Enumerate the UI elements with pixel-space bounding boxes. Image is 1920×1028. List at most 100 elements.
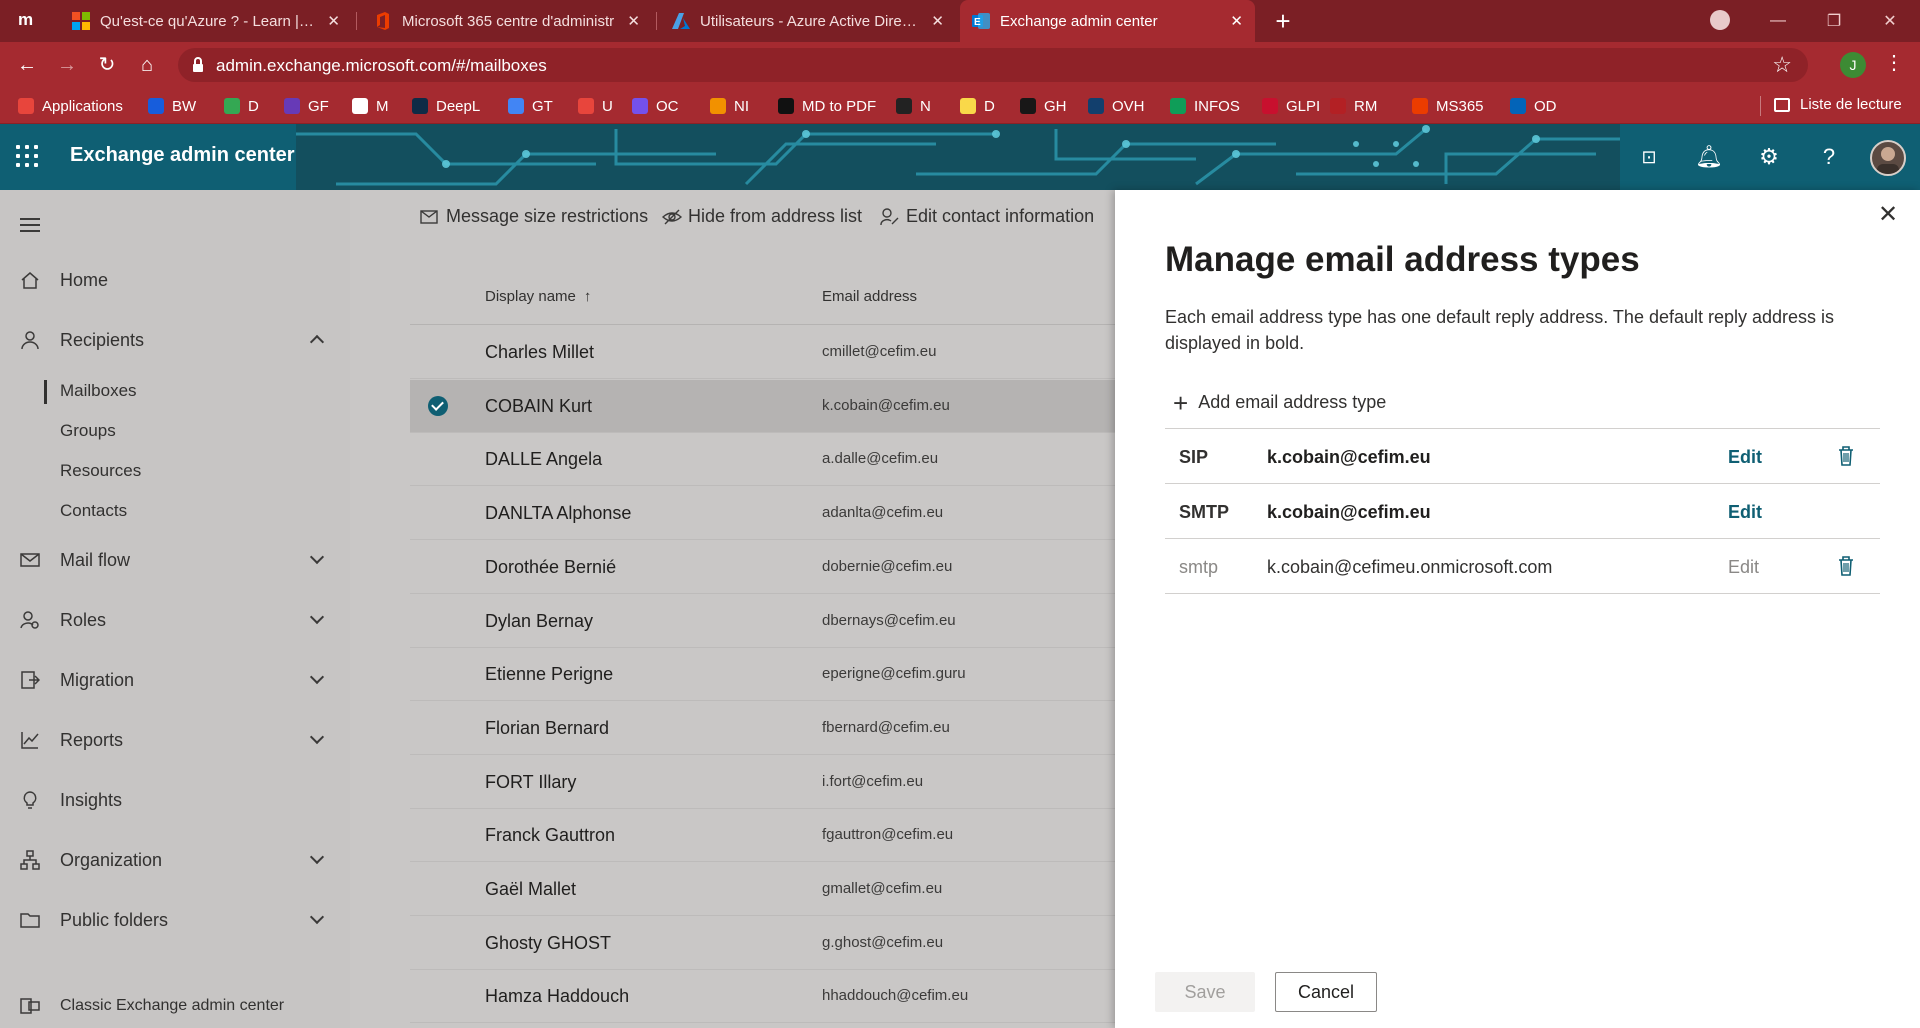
tab-m365-admin[interactable]: Microsoft 365 centre d'administr ✕: [362, 0, 652, 42]
bookmark-item[interactable]: OVH: [1088, 96, 1145, 116]
bookmark-star-icon[interactable]: ☆: [1772, 52, 1792, 78]
bookmark-item[interactable]: GLPI: [1262, 96, 1320, 116]
nav-contacts[interactable]: Contacts: [60, 501, 127, 521]
delete-trash-icon[interactable]: [1837, 445, 1855, 467]
row-display-name[interactable]: Dorothée Bernié: [485, 557, 616, 578]
tab-exchange-admin[interactable]: E Exchange admin center ✕: [960, 0, 1255, 42]
nav-reports[interactable]: Reports: [0, 722, 350, 758]
browser-menu-icon[interactable]: ⋮: [1884, 50, 1904, 75]
tab-close-icon[interactable]: ✕: [327, 12, 340, 30]
table-row[interactable]: DANLTA Alphonse adanlta@cefim.eu: [410, 487, 1115, 541]
close-panel-icon[interactable]: ✕: [1875, 202, 1901, 228]
bookmark-item[interactable]: GH: [1020, 96, 1067, 116]
chevron-down-icon[interactable]: [309, 669, 325, 685]
bookmark-item[interactable]: D: [224, 96, 259, 116]
browser-profile-logo-icon[interactable]: m: [18, 10, 40, 32]
settings-gear-icon[interactable]: ⚙: [1754, 142, 1784, 172]
nav-public-folders[interactable]: Public folders: [0, 902, 350, 938]
bookmark-item[interactable]: Applications: [18, 96, 123, 116]
table-row[interactable]: Franck Gauttron fgauttron@cefim.eu: [410, 809, 1115, 863]
table-row[interactable]: Ghosty GHOST g.ghost@cefim.eu: [410, 917, 1115, 970]
close-window-icon[interactable]: ✕: [1860, 0, 1920, 42]
hamburger-menu-icon[interactable]: [20, 218, 40, 232]
home-icon[interactable]: ⌂: [132, 50, 162, 80]
column-header-display-name[interactable]: Display name ↑: [485, 288, 591, 305]
nav-insights[interactable]: Insights: [0, 782, 350, 818]
bookmark-item[interactable]: DeepL: [412, 96, 480, 116]
save-button[interactable]: Save: [1155, 972, 1255, 1012]
message-size-button[interactable]: Message size restrictions: [420, 206, 648, 227]
bookmark-item[interactable]: MS365: [1412, 96, 1484, 116]
bookmark-item[interactable]: MD to PDF: [778, 96, 876, 116]
nav-roles[interactable]: Roles: [0, 602, 350, 638]
nav-groups[interactable]: Groups: [60, 421, 116, 441]
bookmark-item[interactable]: D: [960, 96, 995, 116]
table-row[interactable]: COBAIN Kurt k.cobain@cefim.eu: [410, 379, 1115, 433]
nav-recipients[interactable]: Recipients: [0, 322, 350, 358]
hide-from-address-list-button[interactable]: Hide from address list: [662, 206, 862, 227]
nav-classic-eac[interactable]: Classic Exchange admin center: [0, 988, 350, 1024]
chevron-down-icon[interactable]: [309, 549, 325, 565]
bookmark-item[interactable]: OC: [632, 96, 679, 116]
bookmark-item[interactable]: BW: [148, 96, 196, 116]
edit-address-link[interactable]: Edit: [1728, 557, 1759, 578]
nav-mailboxes[interactable]: Mailboxes: [60, 381, 137, 401]
bookmark-item[interactable]: INFOS: [1170, 96, 1240, 116]
tab-azure-learn[interactable]: Qu'est-ce qu'Azure ? - Learn | Mi ✕: [60, 0, 352, 42]
cancel-button[interactable]: Cancel: [1275, 972, 1377, 1012]
reading-list-button[interactable]: Liste de lecture: [1774, 96, 1902, 113]
bookmark-item[interactable]: U: [578, 96, 613, 116]
app-title[interactable]: Exchange admin center: [70, 144, 295, 167]
table-row[interactable]: Dorothée Bernié dobernie@cefim.eu: [410, 541, 1115, 594]
chevron-down-icon[interactable]: [309, 849, 325, 865]
column-header-email[interactable]: Email address: [822, 288, 917, 305]
address-bar[interactable]: admin.exchange.microsoft.com/#/mailboxes…: [178, 48, 1808, 82]
nav-migration[interactable]: Migration: [0, 662, 350, 698]
app-launcher-icon[interactable]: [16, 145, 40, 169]
bookmark-item[interactable]: M: [352, 96, 389, 116]
table-row[interactable]: Etienne Perigne eperigne@cefim.guru: [410, 648, 1115, 702]
tab-search-dropdown-icon[interactable]: [1710, 10, 1730, 30]
row-display-name[interactable]: Etienne Perigne: [485, 664, 613, 685]
row-display-name[interactable]: COBAIN Kurt: [485, 396, 592, 417]
delete-trash-icon[interactable]: [1837, 555, 1855, 577]
row-display-name[interactable]: Charles Millet: [485, 342, 594, 363]
row-display-name[interactable]: Gaël Mallet: [485, 879, 576, 900]
cloud-shell-icon[interactable]: ⊡: [1634, 142, 1664, 172]
bookmark-item[interactable]: N: [896, 96, 931, 116]
table-row[interactable]: Florian Bernard fbernard@cefim.eu: [410, 702, 1115, 755]
table-row[interactable]: DALLE Angela a.dalle@cefim.eu: [410, 433, 1115, 487]
new-tab-icon[interactable]: +: [1268, 6, 1298, 36]
row-checked-icon[interactable]: [428, 395, 448, 416]
chevron-down-icon[interactable]: [309, 729, 325, 745]
bookmark-item[interactable]: RM: [1330, 96, 1377, 116]
table-row[interactable]: Hamza Haddouch hhaddouch@cefim.eu: [410, 970, 1115, 1024]
table-row[interactable]: Gaël Mallet gmallet@cefim.eu: [410, 863, 1115, 916]
row-display-name[interactable]: FORT Illary: [485, 772, 576, 793]
edit-contact-info-button[interactable]: Edit contact information: [880, 206, 1094, 227]
bookmark-item[interactable]: GF: [284, 96, 329, 116]
row-display-name[interactable]: Franck Gauttron: [485, 825, 615, 846]
bookmark-item[interactable]: NI: [710, 96, 749, 116]
row-display-name[interactable]: DALLE Angela: [485, 449, 602, 470]
bookmark-item[interactable]: OD: [1510, 96, 1557, 116]
row-display-name[interactable]: Florian Bernard: [485, 718, 609, 739]
chevron-down-icon[interactable]: [309, 909, 325, 925]
add-email-address-type-button[interactable]: + Add email address type: [1173, 390, 1386, 416]
row-display-name[interactable]: Hamza Haddouch: [485, 986, 629, 1007]
back-icon[interactable]: ←: [12, 50, 42, 80]
user-avatar[interactable]: [1870, 140, 1906, 176]
reload-icon[interactable]: ↻: [92, 50, 122, 80]
table-row[interactable]: FORT Illary i.fort@cefim.eu: [410, 756, 1115, 809]
bookmark-item[interactable]: GT: [508, 96, 553, 116]
notifications-bell-icon[interactable]: 🔔︎: [1694, 142, 1724, 172]
chevron-up-icon[interactable]: [309, 334, 325, 350]
chevron-down-icon[interactable]: [309, 609, 325, 625]
edit-address-link[interactable]: Edit: [1728, 502, 1762, 523]
edit-address-link[interactable]: Edit: [1728, 447, 1762, 468]
help-icon[interactable]: ?: [1814, 142, 1844, 172]
nav-mail-flow[interactable]: Mail flow: [0, 542, 350, 578]
tab-azure-ad-users[interactable]: Utilisateurs - Azure Active Directo ✕: [660, 0, 956, 42]
nav-resources[interactable]: Resources: [60, 461, 141, 481]
tab-close-icon[interactable]: ✕: [627, 12, 640, 30]
